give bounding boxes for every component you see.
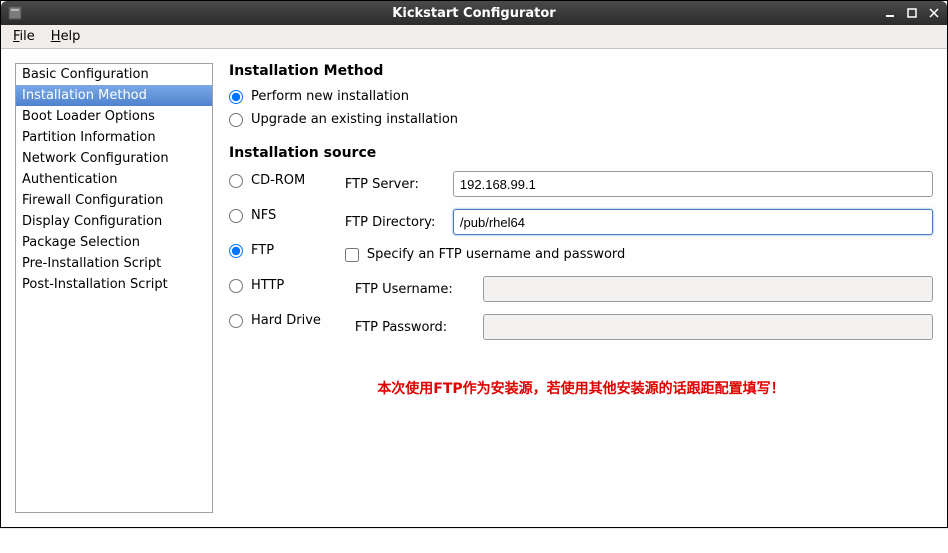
menubar: File Help <box>1 25 947 49</box>
menu-help[interactable]: Help <box>45 27 87 46</box>
titlebar[interactable]: Kickstart Configurator <box>1 1 947 25</box>
radio-source-nfs-input[interactable] <box>229 209 243 223</box>
main-panel: Installation Method Perform new installa… <box>229 63 933 513</box>
ftp-directory-label: FTP Directory: <box>345 215 453 230</box>
radio-upgrade-existing-label: Upgrade an existing installation <box>251 112 458 127</box>
ftp-auth-checkbox-row[interactable]: Specify an FTP username and password <box>345 247 933 262</box>
sidebar-item-partition-information[interactable]: Partition Information <box>16 127 212 148</box>
minimize-button[interactable] <box>883 6 897 20</box>
app-icon <box>7 5 23 21</box>
installation-method-heading: Installation Method <box>229 63 933 79</box>
ftp-username-label: FTP Username: <box>355 282 483 297</box>
radio-source-hard-drive[interactable]: Hard Drive <box>229 313 321 328</box>
sidebar-item-firewall-configuration[interactable]: Firewall Configuration <box>16 190 212 211</box>
ftp-password-label: FTP Password: <box>355 320 483 335</box>
menu-file[interactable]: File <box>7 27 41 46</box>
ftp-server-label: FTP Server: <box>345 177 453 192</box>
radio-source-ftp-input[interactable] <box>229 244 243 258</box>
ftp-auth-checkbox[interactable] <box>345 248 359 262</box>
window-title: Kickstart Configurator <box>392 6 555 21</box>
radio-source-nfs[interactable]: NFS <box>229 208 321 223</box>
sidebar-item-basic-configuration[interactable]: Basic Configuration <box>16 64 212 85</box>
radio-source-nfs-label: NFS <box>251 208 276 223</box>
radio-source-cdrom-input[interactable] <box>229 174 243 188</box>
ftp-server-input[interactable] <box>453 171 933 197</box>
radio-source-http-label: HTTP <box>251 278 284 293</box>
radio-perform-new-installation[interactable]: Perform new installation <box>229 89 933 104</box>
sidebar-item-installation-method[interactable]: Installation Method <box>16 85 212 106</box>
radio-perform-new-installation-input[interactable] <box>229 90 243 104</box>
ftp-auth-checkbox-label: Specify an FTP username and password <box>367 247 625 262</box>
ftp-password-input <box>483 314 933 340</box>
radio-source-hard-drive-input[interactable] <box>229 314 243 328</box>
radio-source-cdrom[interactable]: CD-ROM <box>229 173 321 188</box>
radio-source-http[interactable]: HTTP <box>229 278 321 293</box>
sidebar-item-package-selection[interactable]: Package Selection <box>16 232 212 253</box>
sidebar: Basic Configuration Installation Method … <box>15 63 213 513</box>
radio-source-hard-drive-label: Hard Drive <box>251 313 321 328</box>
installation-source-heading: Installation source <box>229 145 933 161</box>
radio-upgrade-existing-input[interactable] <box>229 113 243 127</box>
radio-upgrade-existing[interactable]: Upgrade an existing installation <box>229 112 933 127</box>
radio-source-ftp[interactable]: FTP <box>229 243 321 258</box>
sidebar-item-display-configuration[interactable]: Display Configuration <box>16 211 212 232</box>
radio-source-cdrom-label: CD-ROM <box>251 173 305 188</box>
ftp-username-input <box>483 276 933 302</box>
close-button[interactable] <box>927 6 941 20</box>
maximize-button[interactable] <box>905 6 919 20</box>
sidebar-item-pre-installation-script[interactable]: Pre-Installation Script <box>16 253 212 274</box>
sidebar-item-authentication[interactable]: Authentication <box>16 169 212 190</box>
annotation-note: 本次使用FTP作为安装源，若使用其他安装源的话跟距配置填写！ <box>229 378 933 398</box>
radio-perform-new-installation-label: Perform new installation <box>251 89 409 104</box>
sidebar-item-boot-loader-options[interactable]: Boot Loader Options <box>16 106 212 127</box>
ftp-directory-input[interactable] <box>453 209 933 235</box>
radio-source-ftp-label: FTP <box>251 243 274 258</box>
sidebar-item-post-installation-script[interactable]: Post-Installation Script <box>16 274 212 295</box>
radio-source-http-input[interactable] <box>229 279 243 293</box>
sidebar-item-network-configuration[interactable]: Network Configuration <box>16 148 212 169</box>
